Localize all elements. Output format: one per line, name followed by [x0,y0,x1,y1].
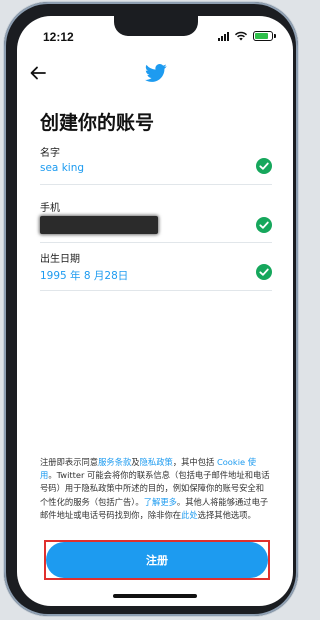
birth-date-label: 出生日期 [40,254,80,265]
checkmark-icon [256,264,272,280]
checkmark-icon [256,158,272,174]
signup-button[interactable]: 注册 [46,542,268,578]
legal-text-6: 选择其他选项。 [197,509,256,520]
terms-of-service-link[interactable]: 服务条款 [98,457,131,467]
legal-text-2: 及 [131,457,140,467]
legal-text-3: ，其中包括 [172,457,217,467]
wifi-icon [234,31,248,41]
page-title: 创建你的账号 [40,112,155,134]
birth-date-value: 1995 年 8 月28日 [40,270,129,282]
name-field-value: sea king [40,162,85,174]
here-link[interactable]: 此处 [181,510,198,520]
battery-icon [253,31,276,41]
notch [114,16,198,36]
learn-more-link[interactable]: 了解更多 [144,497,177,507]
redacted-phone-value [40,216,158,234]
privacy-policy-link[interactable]: 隐私政策 [140,457,173,467]
phone-field-underline [40,242,272,243]
phone-field[interactable]: 手机 [40,199,272,243]
home-indicator [113,594,197,598]
checkmark-icon [256,217,272,233]
name-field-label: 名字 [40,148,60,159]
back-arrow-icon[interactable] [29,64,47,82]
legal-text-1: 注册即表示同意 [40,457,99,467]
phone-frame: 12:12 创建你的账号 名字 sea king 手机 出生日期 1995 年 … [4,2,298,616]
name-field-underline [40,184,272,185]
name-field[interactable]: 名字 sea king [40,144,272,185]
birth-date-field[interactable]: 出生日期 1995 年 8 月28日 [40,250,272,291]
status-time: 12:12 [43,30,74,44]
twitter-bird-icon [145,63,167,82]
status-icons [218,31,276,41]
signal-icon [218,31,229,41]
screen: 12:12 创建你的账号 名字 sea king 手机 出生日期 1995 年 … [17,16,293,606]
phone-field-label: 手机 [40,203,60,214]
legal-disclaimer: 注册即表示同意服务条款及隐私政策，其中包括 Cookie 使用。Twitter … [40,456,272,522]
birth-date-underline [40,290,272,291]
